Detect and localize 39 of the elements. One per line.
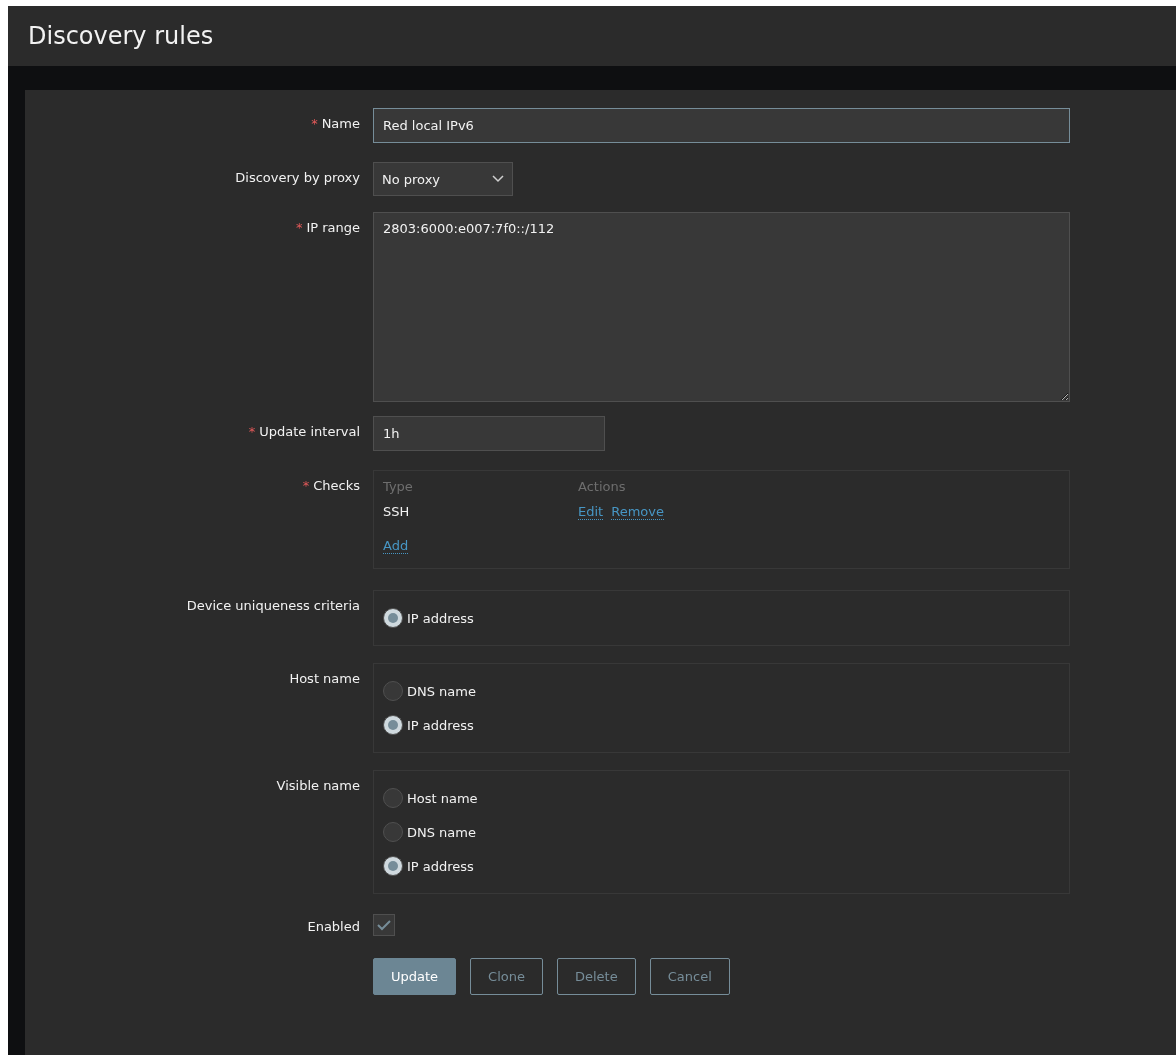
radio-label: DNS name bbox=[407, 824, 476, 840]
check-type: SSH bbox=[383, 504, 411, 520]
radio-button[interactable] bbox=[383, 822, 403, 842]
checkbox[interactable] bbox=[373, 914, 395, 936]
field-label: * IP range bbox=[295, 219, 360, 235]
radio-label: Host name bbox=[407, 790, 478, 806]
radio-label: IP address bbox=[407, 610, 474, 626]
field-label: * Update interval bbox=[248, 423, 360, 439]
field-label: Discovery by proxy bbox=[235, 169, 360, 185]
field-label: * Name bbox=[311, 115, 360, 131]
proxy-dropdown[interactable]: No proxy bbox=[373, 162, 513, 196]
form-button[interactable]: Cancel bbox=[649, 958, 730, 995]
radio-button[interactable] bbox=[383, 715, 403, 735]
form-button[interactable]: Update bbox=[373, 958, 457, 995]
column-header: Actions bbox=[578, 479, 627, 494]
field-label: Enabled bbox=[307, 918, 360, 934]
ip-range-field[interactable]: 2803:6000:e007:7f0::/112 bbox=[373, 212, 1070, 402]
checkmark-icon bbox=[377, 919, 391, 931]
radio-button[interactable] bbox=[383, 608, 403, 628]
form-button[interactable]: Delete bbox=[557, 958, 636, 995]
text-field[interactable]: Red local IPv6 bbox=[373, 108, 1070, 143]
radio-button[interactable] bbox=[383, 681, 403, 701]
field-label: Host name bbox=[289, 670, 360, 686]
field-label: * Checks bbox=[302, 477, 360, 493]
action-link[interactable]: Remove bbox=[611, 504, 664, 520]
radio-label: IP address bbox=[407, 858, 474, 874]
page-title: Discovery rules bbox=[28, 22, 214, 50]
action-link[interactable]: Edit bbox=[578, 504, 604, 520]
radio-button[interactable] bbox=[383, 788, 403, 808]
chevron-down-icon bbox=[492, 175, 504, 183]
column-header: Type bbox=[383, 479, 414, 494]
radio-label: DNS name bbox=[407, 683, 476, 699]
add-link[interactable]: Add bbox=[383, 538, 409, 554]
radio-label: IP address bbox=[407, 717, 474, 733]
field-label: Visible name bbox=[276, 777, 360, 793]
form-button[interactable]: Clone bbox=[470, 958, 543, 995]
text-field[interactable]: 1h bbox=[373, 416, 605, 451]
field-label: Device uniqueness criteria bbox=[186, 597, 360, 613]
radio-button[interactable] bbox=[383, 856, 403, 876]
